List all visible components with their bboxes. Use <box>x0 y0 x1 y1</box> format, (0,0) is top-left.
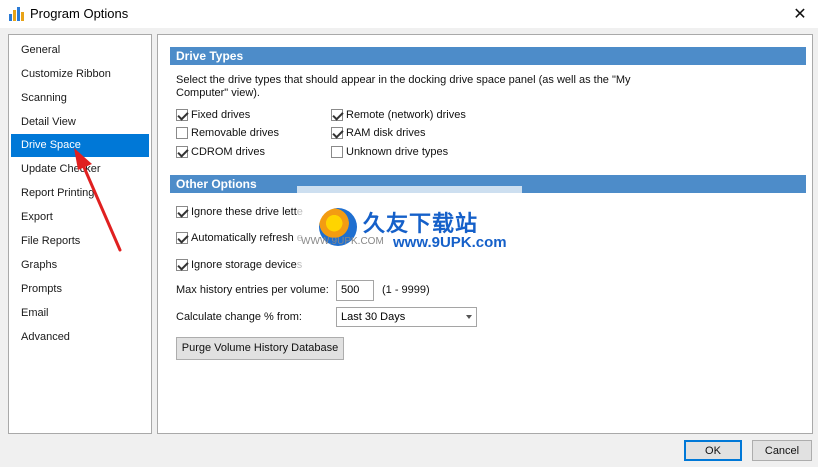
checkbox-box <box>176 206 188 218</box>
window-title: Program Options <box>30 6 129 21</box>
remote-drives-checkbox[interactable]: Remote (network) drives <box>331 107 466 123</box>
nav-item-report-printing[interactable]: Report Printing <box>11 182 149 205</box>
cancel-button[interactable]: Cancel <box>752 440 812 461</box>
purge-history-button[interactable]: Purge Volume History Database <box>176 337 344 360</box>
checkbox-box <box>331 127 343 139</box>
nav-item-general[interactable]: General <box>11 39 149 62</box>
removable-drives-checkbox[interactable]: Removable drives <box>176 125 279 141</box>
drive-types-description: Select the drive types that should appea… <box>176 74 631 99</box>
drive-types-header: Drive Types <box>170 47 806 65</box>
max-history-label: Max history entries per volume: <box>176 284 329 296</box>
options-nav: General Customize Ribbon Scanning Detail… <box>8 34 152 434</box>
calc-change-select[interactable]: Last 30 Days <box>336 307 477 327</box>
max-history-input[interactable]: 500 <box>336 280 374 301</box>
nav-item-prompts[interactable]: Prompts <box>11 278 149 301</box>
cdrom-drives-checkbox[interactable]: CDROM drives <box>176 144 265 160</box>
nav-item-export[interactable]: Export <box>11 206 149 229</box>
watermark: 久友下载站 www.9UPK.com WWW.9UPK.COM <box>297 186 522 270</box>
auto-refresh-checkbox[interactable]: Automatically refresh e <box>176 230 303 246</box>
nav-item-update-checker[interactable]: Update Checker <box>11 158 149 181</box>
watermark-small-url: WWW.9UPK.COM <box>301 236 384 247</box>
nav-item-graphs[interactable]: Graphs <box>11 254 149 277</box>
ram-disk-drives-checkbox[interactable]: RAM disk drives <box>331 125 425 141</box>
app-icon <box>9 7 24 21</box>
unknown-drive-types-checkbox[interactable]: Unknown drive types <box>331 144 448 160</box>
ignore-storage-devices-checkbox[interactable]: Ignore storage devices <box>176 257 302 273</box>
close-button[interactable]: ✕ <box>782 0 818 28</box>
watermark-url: www.9UPK.com <box>393 234 507 251</box>
close-icon: ✕ <box>793 6 807 23</box>
chevron-down-icon <box>466 315 472 319</box>
nav-item-detail-view[interactable]: Detail View <box>11 111 149 134</box>
nav-item-drive-space[interactable]: Drive Space <box>11 134 149 157</box>
checkbox-box <box>331 146 343 158</box>
ok-button[interactable]: OK <box>684 440 742 461</box>
checkbox-box <box>176 259 188 271</box>
nav-item-advanced[interactable]: Advanced <box>11 326 149 349</box>
nav-item-scanning[interactable]: Scanning <box>11 87 149 110</box>
checkbox-box <box>176 232 188 244</box>
title-bar: Program Options ✕ <box>0 0 818 28</box>
checkbox-box <box>176 109 188 121</box>
nav-item-customize-ribbon[interactable]: Customize Ribbon <box>11 63 149 86</box>
checkbox-box <box>331 109 343 121</box>
calc-change-label: Calculate change % from: <box>176 311 302 323</box>
checkbox-box <box>176 127 188 139</box>
max-history-range: (1 - 9999) <box>382 284 430 296</box>
checkbox-box <box>176 146 188 158</box>
nav-item-file-reports[interactable]: File Reports <box>11 230 149 253</box>
fixed-drives-checkbox[interactable]: Fixed drives <box>176 107 250 123</box>
nav-item-email[interactable]: Email <box>11 302 149 325</box>
ignore-drive-letters-checkbox[interactable]: Ignore these drive lette <box>176 204 303 220</box>
